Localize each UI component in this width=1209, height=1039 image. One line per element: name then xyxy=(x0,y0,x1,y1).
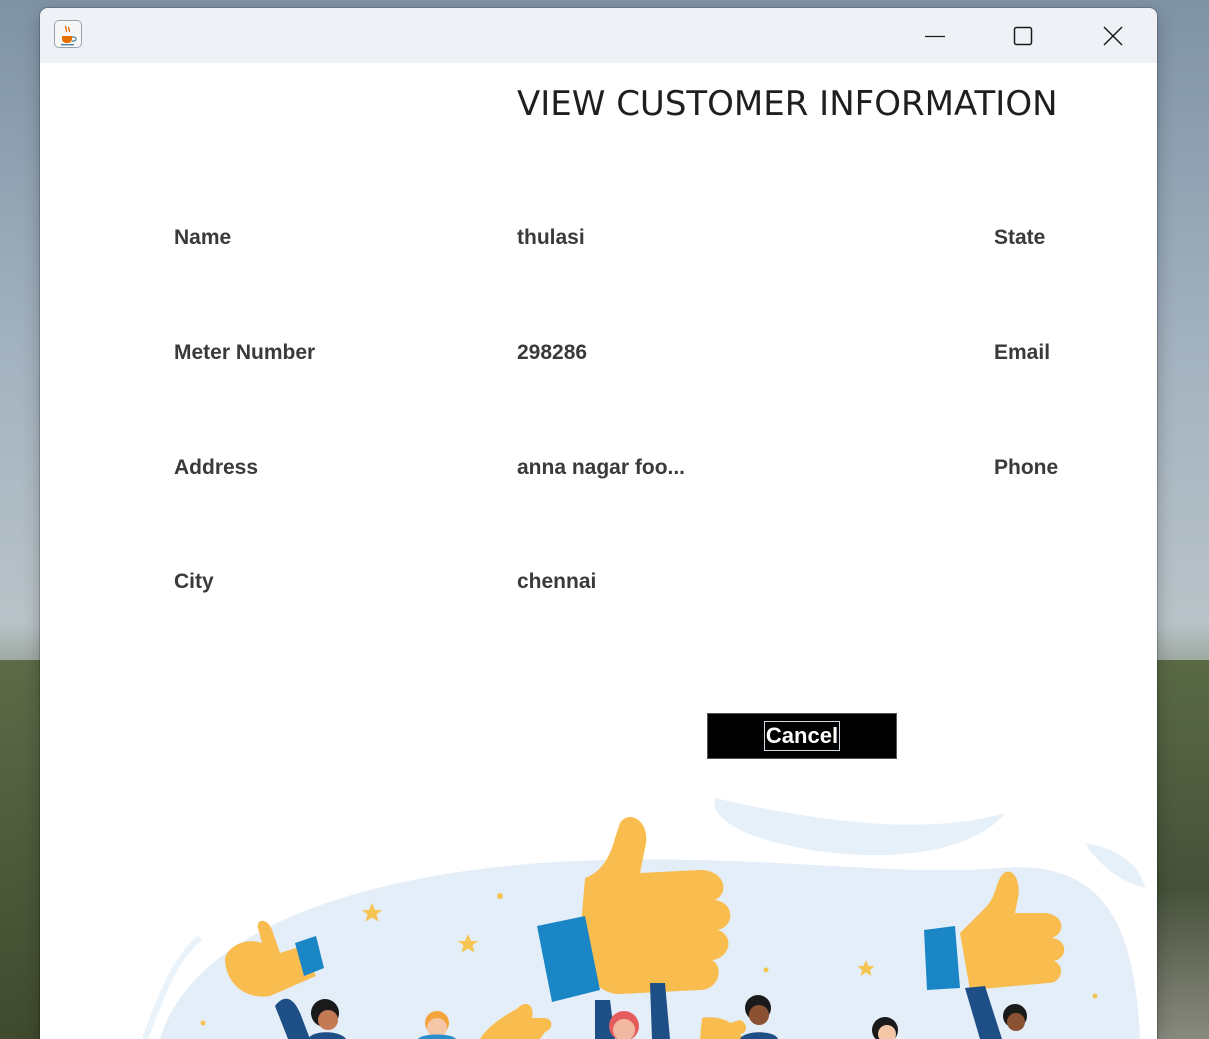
close-icon xyxy=(1103,25,1123,46)
meter-number-label: Meter Number xyxy=(174,341,316,364)
name-label: Name xyxy=(174,226,232,249)
background-scenery-right xyxy=(1149,660,1209,1039)
minimize-icon xyxy=(925,35,945,37)
city-label: City xyxy=(174,570,214,593)
minimize-button[interactable] xyxy=(891,8,979,63)
java-cup-icon[interactable] xyxy=(54,20,82,48)
maximize-icon xyxy=(1013,26,1033,45)
title-bar[interactable] xyxy=(40,8,1157,63)
address-value: anna nagar foo... xyxy=(517,456,686,479)
name-value: thulasi xyxy=(517,226,585,249)
cancel-button[interactable]: Cancel xyxy=(707,713,897,759)
close-button[interactable] xyxy=(1069,8,1157,63)
thumbs-up-illustration xyxy=(142,798,1145,1039)
cancel-button-label: Cancel xyxy=(763,721,841,751)
maximize-button[interactable] xyxy=(979,8,1067,63)
customer-info-window: VIEW CUSTOMER INFORMATION Name thulasi S… xyxy=(40,8,1157,1039)
state-label: State xyxy=(994,226,1046,249)
page-title: VIEW CUSTOMER INFORMATION xyxy=(517,84,1058,124)
address-label: Address xyxy=(174,456,259,479)
city-value: chennai xyxy=(517,570,597,593)
email-label: Email xyxy=(994,341,1051,364)
meter-number-value: 298286 xyxy=(517,341,588,364)
phone-label: Phone xyxy=(994,456,1059,479)
